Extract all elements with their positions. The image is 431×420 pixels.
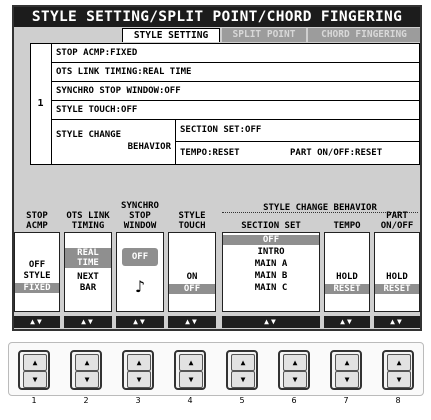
down-arrow-icon[interactable]: ▼ bbox=[387, 371, 411, 388]
option-hold[interactable]: HOLD bbox=[325, 272, 369, 282]
row-number: 1 bbox=[30, 43, 52, 165]
col-5-updown-icon[interactable]: ▲▼ bbox=[222, 316, 320, 328]
screen-title: STYLE SETTING/SPLIT POINT/CHORD FINGERIN… bbox=[14, 7, 420, 27]
col-tempo-label: TEMPO bbox=[333, 221, 361, 231]
option-bar[interactable]: BAR bbox=[65, 283, 111, 293]
col-2-updown-icon[interactable]: ▲▼ bbox=[64, 316, 112, 328]
button-1[interactable]: ▲ ▼ bbox=[18, 350, 50, 390]
option-intro[interactable]: INTRO bbox=[223, 247, 319, 257]
col-4-updown-icon[interactable]: ▲▼ bbox=[168, 316, 216, 328]
down-arrow-icon[interactable]: ▼ bbox=[231, 371, 255, 388]
up-arrow-icon[interactable]: ▲ bbox=[127, 354, 151, 371]
option-main-a[interactable]: MAIN A bbox=[223, 259, 319, 269]
down-arrow-icon[interactable]: ▼ bbox=[23, 371, 47, 388]
button-2[interactable]: ▲ ▼ bbox=[70, 350, 102, 390]
down-arrow-icon[interactable]: ▼ bbox=[127, 371, 151, 388]
button-number: 3 bbox=[135, 396, 141, 405]
behavior-label-line2: BEHAVIOR bbox=[127, 142, 171, 152]
button-4[interactable]: ▲ ▼ bbox=[174, 350, 206, 390]
option-main-c[interactable]: MAIN C bbox=[223, 283, 319, 293]
setting-part-on-off[interactable]: PART ON/OFF:RESET bbox=[286, 142, 419, 164]
style-change-behavior-label: STYLE CHANGE BEHAVIOR bbox=[52, 120, 176, 164]
option-time-selected[interactable]: TIME bbox=[65, 258, 111, 268]
down-arrow-icon[interactable]: ▼ bbox=[75, 371, 99, 388]
col-part-label2: ON/OFF bbox=[380, 221, 414, 231]
tab-chord-fingering[interactable]: CHORD FINGERING bbox=[308, 28, 420, 42]
option-hold[interactable]: HOLD bbox=[375, 272, 419, 282]
up-arrow-icon[interactable]: ▲ bbox=[387, 354, 411, 371]
setting-section-set[interactable]: SECTION SET:OFF bbox=[176, 120, 419, 142]
tab-style-setting[interactable]: STYLE SETTING bbox=[122, 28, 220, 42]
option-real-selected[interactable]: REAL bbox=[65, 248, 111, 258]
col-ots-label2: TIMING bbox=[71, 221, 105, 231]
option-off-selected[interactable]: OFF bbox=[223, 235, 319, 245]
button-8[interactable]: ▲ ▼ bbox=[382, 350, 414, 390]
setting-ots-link-timing[interactable]: OTS LINK TIMING:REAL TIME bbox=[52, 63, 419, 82]
button-number: 6 bbox=[291, 396, 297, 405]
col-3-updown-icon[interactable]: ▲▼ bbox=[116, 316, 164, 328]
button-5[interactable]: ▲ ▼ bbox=[226, 350, 258, 390]
option-main-b[interactable]: MAIN B bbox=[223, 271, 319, 281]
up-arrow-icon[interactable]: ▲ bbox=[231, 354, 255, 371]
col-synchro-label2: WINDOW bbox=[123, 221, 157, 231]
up-arrow-icon[interactable]: ▲ bbox=[23, 354, 47, 371]
setting-style-touch[interactable]: STYLE TOUCH:OFF bbox=[52, 101, 419, 120]
button-6[interactable]: ▲ ▼ bbox=[278, 350, 310, 390]
button-number: 5 bbox=[239, 396, 245, 405]
button-number: 2 bbox=[83, 396, 89, 405]
option-style[interactable]: STYLE bbox=[15, 271, 59, 281]
behavior-label-line1: STYLE CHANGE bbox=[56, 130, 122, 140]
tab-split-point[interactable]: SPLIT POINT bbox=[222, 28, 306, 42]
setting-synchro-stop-window[interactable]: SYNCHRO STOP WINDOW:OFF bbox=[52, 82, 419, 101]
down-arrow-icon[interactable]: ▼ bbox=[283, 371, 307, 388]
col-part-label1: PART bbox=[386, 211, 408, 221]
col-synchro-label1: STOP bbox=[129, 211, 151, 221]
setting-tempo[interactable]: TEMPO:RESET bbox=[176, 142, 276, 164]
button-3[interactable]: ▲ ▼ bbox=[122, 350, 154, 390]
button-number: 1 bbox=[31, 396, 37, 405]
option-reset-selected[interactable]: RESET bbox=[325, 284, 369, 294]
up-arrow-icon[interactable]: ▲ bbox=[283, 354, 307, 371]
button-number: 4 bbox=[187, 396, 193, 405]
option-off-selected[interactable]: OFF bbox=[122, 248, 158, 266]
col-1-updown-icon[interactable]: ▲▼ bbox=[14, 316, 60, 328]
button-number: 7 bbox=[343, 396, 349, 405]
col-ots-label1: OTS LINK bbox=[66, 211, 110, 221]
down-arrow-icon[interactable]: ▼ bbox=[335, 371, 359, 388]
option-on[interactable]: ON bbox=[169, 272, 215, 282]
up-arrow-icon[interactable]: ▲ bbox=[179, 354, 203, 371]
option-reset-selected[interactable]: RESET bbox=[375, 284, 419, 294]
col-section-set-label: SECTION SET bbox=[241, 221, 301, 231]
button-7[interactable]: ▲ ▼ bbox=[330, 350, 362, 390]
col-synchro-label0: SYNCHRO bbox=[121, 201, 159, 211]
col-stop-acmp-label1: STOP bbox=[26, 211, 48, 221]
col-style-touch-label1: STYLE bbox=[178, 211, 206, 221]
button-number: 8 bbox=[395, 396, 401, 405]
col-stop-acmp-label2: ACMP bbox=[26, 221, 48, 231]
option-next[interactable]: NEXT bbox=[65, 272, 111, 282]
option-off[interactable]: OFF bbox=[15, 260, 59, 270]
down-arrow-icon[interactable]: ▼ bbox=[179, 371, 203, 388]
note-icon: ♪ bbox=[134, 277, 146, 296]
option-off-selected[interactable]: OFF bbox=[169, 284, 215, 294]
option-fixed-selected[interactable]: FIXED bbox=[15, 283, 59, 293]
col-6-updown-icon[interactable]: ▲▼ bbox=[324, 316, 370, 328]
up-arrow-icon[interactable]: ▲ bbox=[335, 354, 359, 371]
up-arrow-icon[interactable]: ▲ bbox=[75, 354, 99, 371]
col-synchro-stop-window[interactable] bbox=[116, 232, 164, 312]
col-7-updown-icon[interactable]: ▲▼ bbox=[374, 316, 420, 328]
setting-stop-acmp[interactable]: STOP ACMP:FIXED bbox=[52, 44, 419, 63]
col-style-touch-label2: TOUCH bbox=[178, 221, 206, 231]
